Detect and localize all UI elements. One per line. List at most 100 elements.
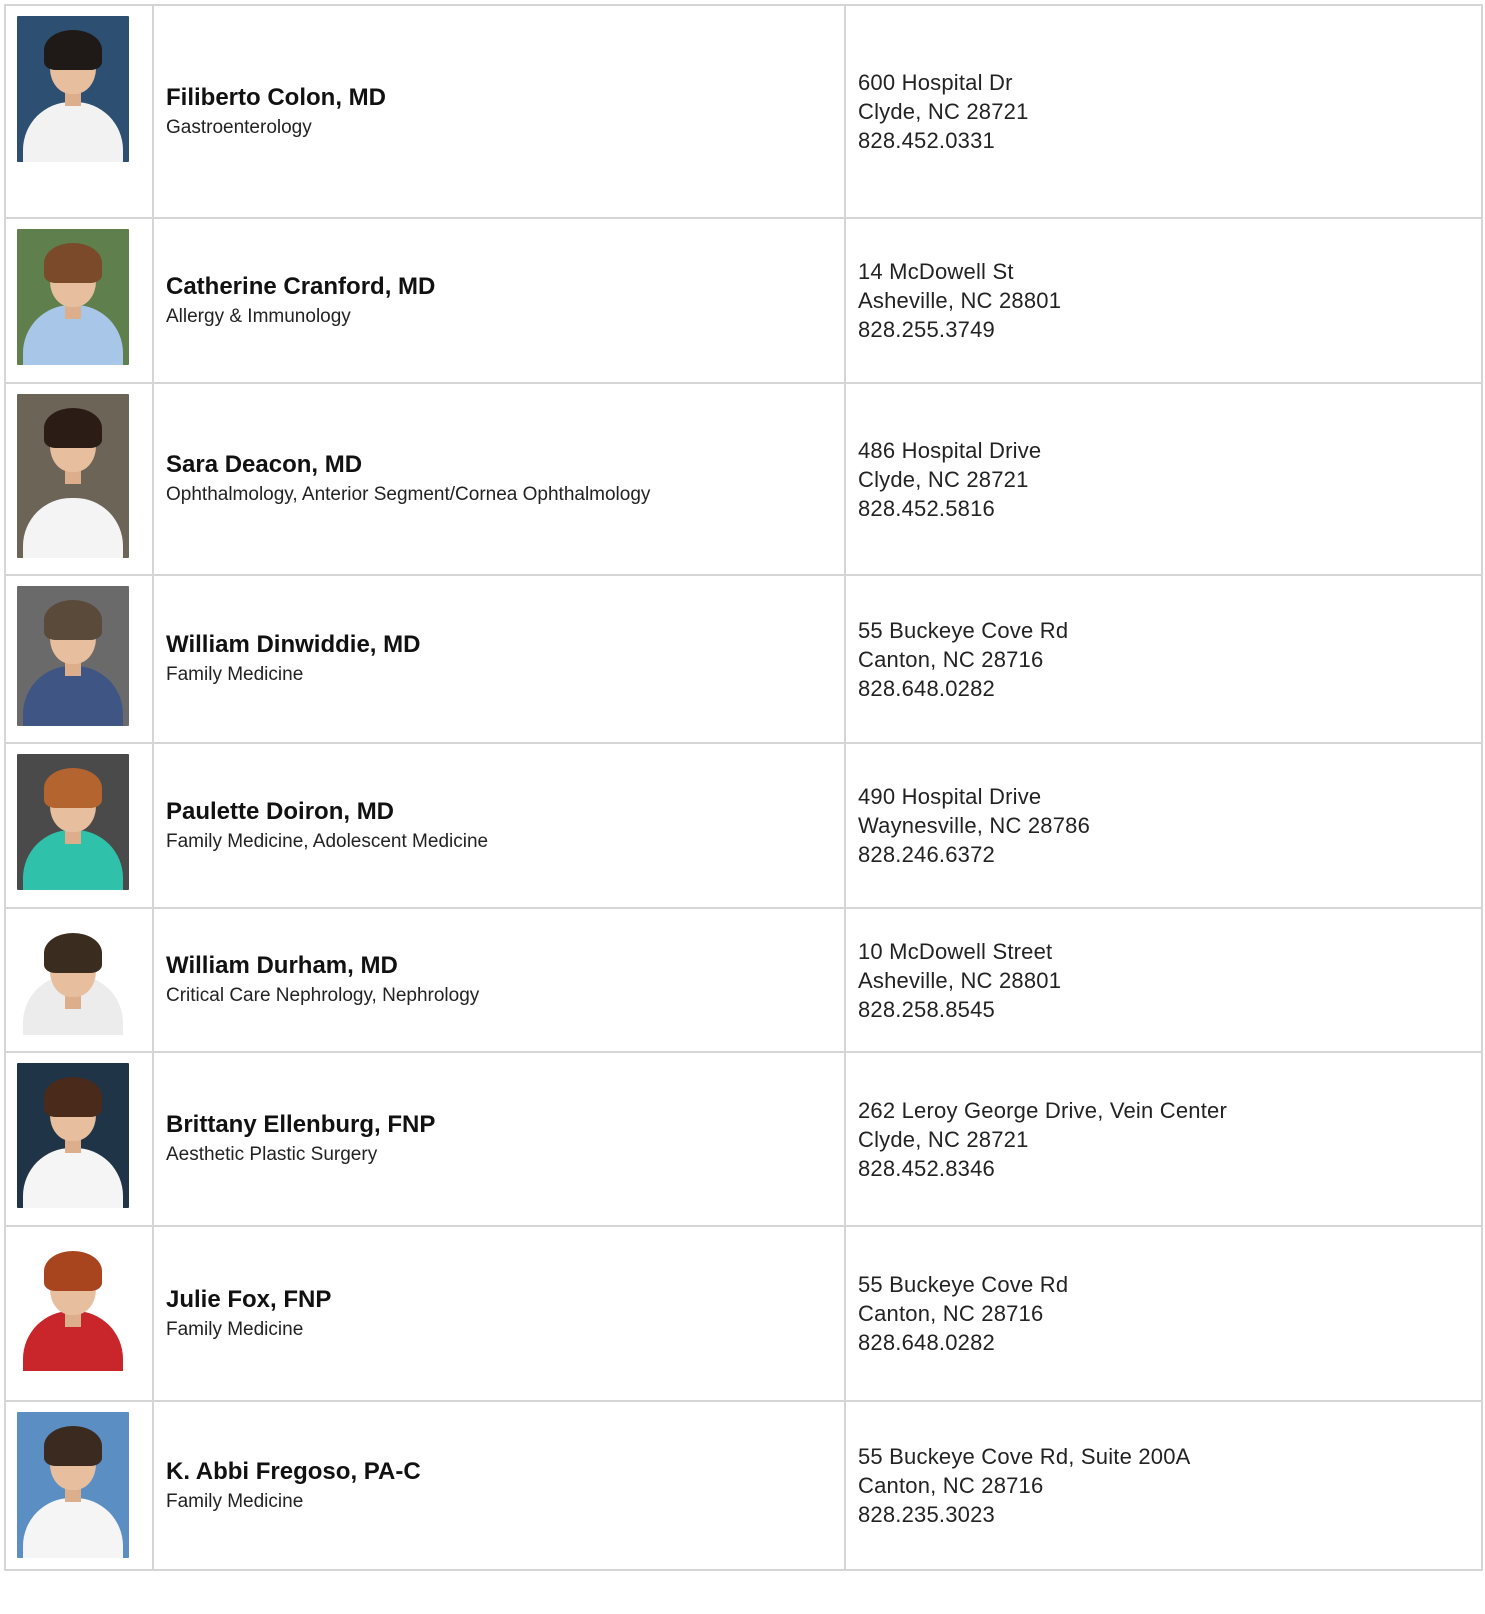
provider-phone[interactable]: 828.452.5816	[858, 494, 1481, 523]
provider-info-cell: K. Abbi Fregoso, PA-C Family Medicine	[152, 1400, 846, 1571]
provider-phone[interactable]: 828.648.0282	[858, 1328, 1481, 1357]
provider-specialty: Critical Care Nephrology, Nephrology	[166, 985, 480, 1006]
provider-name[interactable]: Julie Fox, FNP	[166, 1285, 844, 1315]
provider-row: K. Abbi Fregoso, PA-C Family Medicine 55…	[4, 1400, 1483, 1571]
provider-info-cell: William Durham, MD Critical Care Nephrol…	[152, 907, 846, 1053]
provider-phone[interactable]: 828.648.0282	[858, 674, 1481, 703]
provider-info-cell: Catherine Cranford, MD Allergy & Immunol…	[152, 217, 846, 384]
photo-clothing	[23, 1498, 123, 1558]
provider-info-cell: Brittany Ellenburg, FNP Aesthetic Plasti…	[152, 1051, 846, 1227]
provider-address-line: 55 Buckeye Cove Rd	[858, 617, 1069, 643]
provider-row: Paulette Doiron, MD Family Medicine, Ado…	[4, 742, 1483, 909]
provider-row: William Durham, MD Critical Care Nephrol…	[4, 907, 1483, 1053]
provider-address-line: 490 Hospital Drive	[858, 784, 1042, 809]
provider-row: Filiberto Colon, MD Gastroenterology 600…	[4, 4, 1483, 219]
provider-row: Sara Deacon, MD Ophthalmology, Anterior …	[4, 382, 1483, 576]
provider-city-state-zip: Asheville, NC 28801	[858, 967, 1062, 993]
provider-photo[interactable]	[17, 16, 129, 162]
provider-table: Filiberto Colon, MD Gastroenterology 600…	[4, 4, 1483, 1571]
provider-city-state-zip: Clyde, NC 28721	[858, 1126, 1029, 1152]
provider-specialty: Gastroenterology	[166, 116, 312, 138]
photo-cell	[4, 574, 154, 744]
photo-cell	[4, 1400, 154, 1571]
provider-phone[interactable]: 828.452.8346	[858, 1154, 1481, 1183]
photo-cell	[4, 1051, 154, 1227]
provider-row: Julie Fox, FNP Family Medicine 55 Buckey…	[4, 1225, 1483, 1402]
photo-clothing	[23, 102, 123, 162]
provider-address-cell: 14 McDowell St Asheville, NC 28801 828.2…	[844, 217, 1483, 384]
provider-name[interactable]: Sara Deacon, MD	[166, 450, 844, 480]
provider-name[interactable]: K. Abbi Fregoso, PA-C	[166, 1457, 844, 1487]
provider-photo[interactable]	[17, 1412, 129, 1558]
provider-info-cell: Julie Fox, FNP Family Medicine	[152, 1225, 846, 1402]
photo-hair	[44, 600, 102, 640]
provider-address-line: 486 Hospital Drive	[858, 437, 1042, 463]
provider-photo[interactable]	[17, 229, 129, 365]
photo-hair	[44, 768, 102, 808]
provider-city-state-zip: Canton, NC 28716	[858, 1301, 1044, 1326]
provider-phone[interactable]: 828.255.3749	[858, 315, 1481, 344]
provider-photo[interactable]	[17, 394, 129, 558]
photo-hair	[44, 1251, 102, 1291]
provider-city-state-zip: Clyde, NC 28721	[858, 466, 1029, 492]
provider-specialty: Allergy & Immunology	[166, 305, 351, 327]
provider-name[interactable]: Paulette Doiron, MD	[166, 797, 844, 827]
photo-hair	[44, 243, 102, 283]
photo-clothing	[23, 1148, 123, 1208]
provider-address-line: 14 McDowell St	[858, 259, 1014, 284]
provider-name[interactable]: Brittany Ellenburg, FNP	[166, 1110, 844, 1140]
provider-row: William Dinwiddie, MD Family Medicine 55…	[4, 574, 1483, 744]
provider-address-line: 55 Buckeye Cove Rd, Suite 200A	[858, 1444, 1191, 1469]
provider-city-state-zip: Canton, NC 28716	[858, 646, 1044, 672]
provider-address-line: 55 Buckeye Cove Rd	[858, 1272, 1069, 1297]
provider-city-state-zip: Asheville, NC 28801	[858, 288, 1062, 313]
provider-address-cell: 10 McDowell Street Asheville, NC 28801 8…	[844, 907, 1483, 1053]
provider-photo[interactable]	[17, 586, 129, 726]
provider-address-cell: 55 Buckeye Cove Rd Canton, NC 28716 828.…	[844, 1225, 1483, 1402]
provider-specialty: Ophthalmology, Anterior Segment/Cornea O…	[166, 484, 651, 505]
provider-address-line: 600 Hospital Dr	[858, 70, 1013, 95]
provider-phone[interactable]: 828.235.3023	[858, 1500, 1481, 1529]
provider-specialty: Family Medicine	[166, 1318, 304, 1340]
photo-cell	[4, 1225, 154, 1402]
provider-name[interactable]: Filiberto Colon, MD	[166, 83, 844, 113]
provider-name[interactable]: William Durham, MD	[166, 951, 844, 981]
provider-specialty: Family Medicine	[166, 1490, 304, 1512]
provider-info-cell: Filiberto Colon, MD Gastroenterology	[152, 4, 846, 219]
provider-photo[interactable]	[17, 1063, 129, 1208]
provider-address-cell: 600 Hospital Dr Clyde, NC 28721 828.452.…	[844, 4, 1483, 219]
provider-address-cell: 55 Buckeye Cove Rd Canton, NC 28716 828.…	[844, 574, 1483, 744]
photo-clothing	[23, 498, 123, 558]
provider-name[interactable]: Catherine Cranford, MD	[166, 272, 844, 302]
provider-address-line: 10 McDowell Street	[858, 938, 1053, 964]
photo-cell	[4, 217, 154, 384]
provider-phone[interactable]: 828.452.0331	[858, 126, 1481, 155]
provider-address-cell: 486 Hospital Drive Clyde, NC 28721 828.4…	[844, 382, 1483, 576]
provider-name[interactable]: William Dinwiddie, MD	[166, 630, 844, 660]
provider-phone[interactable]: 828.258.8545	[858, 995, 1481, 1024]
photo-cell	[4, 907, 154, 1053]
photo-hair	[44, 30, 102, 70]
provider-row: Brittany Ellenburg, FNP Aesthetic Plasti…	[4, 1051, 1483, 1227]
provider-info-cell: Sara Deacon, MD Ophthalmology, Anterior …	[152, 382, 846, 576]
photo-hair	[44, 408, 102, 448]
provider-address-line: 262 Leroy George Drive, Vein Center	[858, 1097, 1227, 1123]
provider-specialty: Family Medicine, Adolescent Medicine	[166, 830, 489, 852]
provider-photo[interactable]	[17, 754, 129, 890]
provider-specialty: Family Medicine	[166, 664, 304, 685]
provider-city-state-zip: Waynesville, NC 28786	[858, 813, 1091, 838]
provider-city-state-zip: Clyde, NC 28721	[858, 99, 1029, 124]
provider-info-cell: Paulette Doiron, MD Family Medicine, Ado…	[152, 742, 846, 909]
provider-address-cell: 262 Leroy George Drive, Vein Center Clyd…	[844, 1051, 1483, 1227]
provider-specialty: Aesthetic Plastic Surgery	[166, 1144, 378, 1165]
provider-photo[interactable]	[17, 919, 129, 1035]
photo-hair	[44, 933, 102, 973]
provider-row: Catherine Cranford, MD Allergy & Immunol…	[4, 217, 1483, 384]
photo-hair	[44, 1077, 102, 1117]
provider-address-cell: 490 Hospital Drive Waynesville, NC 28786…	[844, 742, 1483, 909]
provider-photo[interactable]	[17, 1237, 129, 1371]
provider-city-state-zip: Canton, NC 28716	[858, 1473, 1044, 1498]
photo-hair	[44, 1426, 102, 1466]
photo-cell	[4, 742, 154, 909]
provider-phone[interactable]: 828.246.6372	[858, 840, 1481, 869]
